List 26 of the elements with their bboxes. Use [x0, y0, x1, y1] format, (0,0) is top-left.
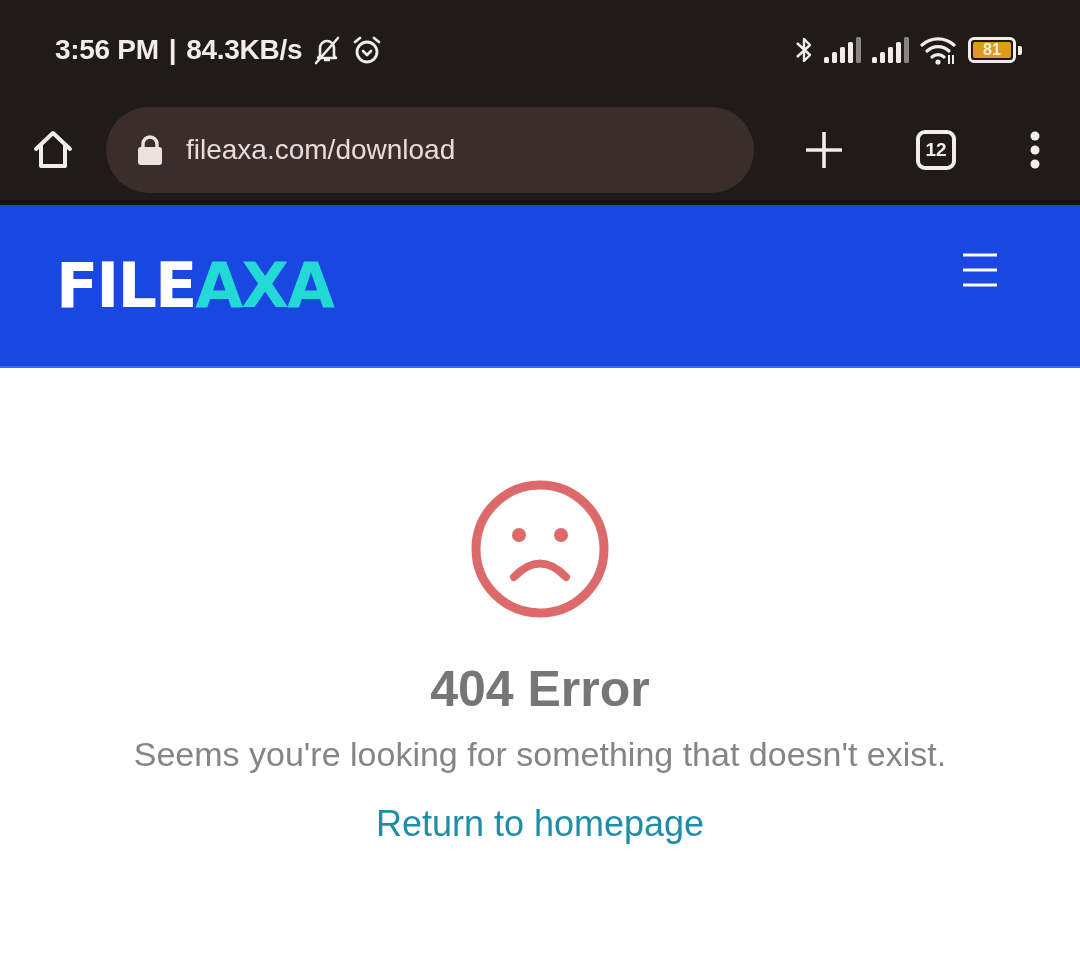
return-home-link[interactable]: Return to homepage [375, 800, 705, 848]
kebab-menu-icon [1030, 131, 1040, 169]
more-menu-button[interactable] [1030, 131, 1040, 169]
site-logo[interactable]: FILEAXA [56, 249, 334, 322]
signal-icon [824, 37, 862, 63]
home-button[interactable] [32, 129, 74, 171]
status-separator: | [168, 34, 177, 66]
sad-face-icon [471, 480, 609, 618]
alarm-clock-icon [352, 35, 383, 65]
error-message: Seems you're looking for something that doesn't exist. [133, 734, 947, 775]
home-icon [32, 129, 74, 171]
wifi-icon [920, 35, 958, 65]
url-text: fileaxa.com/download [186, 134, 456, 166]
tab-switcher-button[interactable]: 12 [916, 130, 956, 170]
menu-button[interactable] [962, 253, 998, 287]
network-speed: 84.3KB/s [186, 34, 303, 66]
lock-icon [138, 135, 162, 165]
signal-icon [872, 37, 910, 63]
error-title: 404 Error [430, 660, 650, 719]
menu-icon [962, 253, 998, 287]
battery-level: 81 [973, 42, 1011, 58]
status-time: 3:56 PM [55, 34, 159, 66]
new-tab-button[interactable] [806, 132, 842, 168]
plus-icon [806, 132, 842, 168]
bluetooth-icon [794, 35, 814, 65]
address-bar[interactable]: fileaxa.com/download [106, 107, 754, 193]
